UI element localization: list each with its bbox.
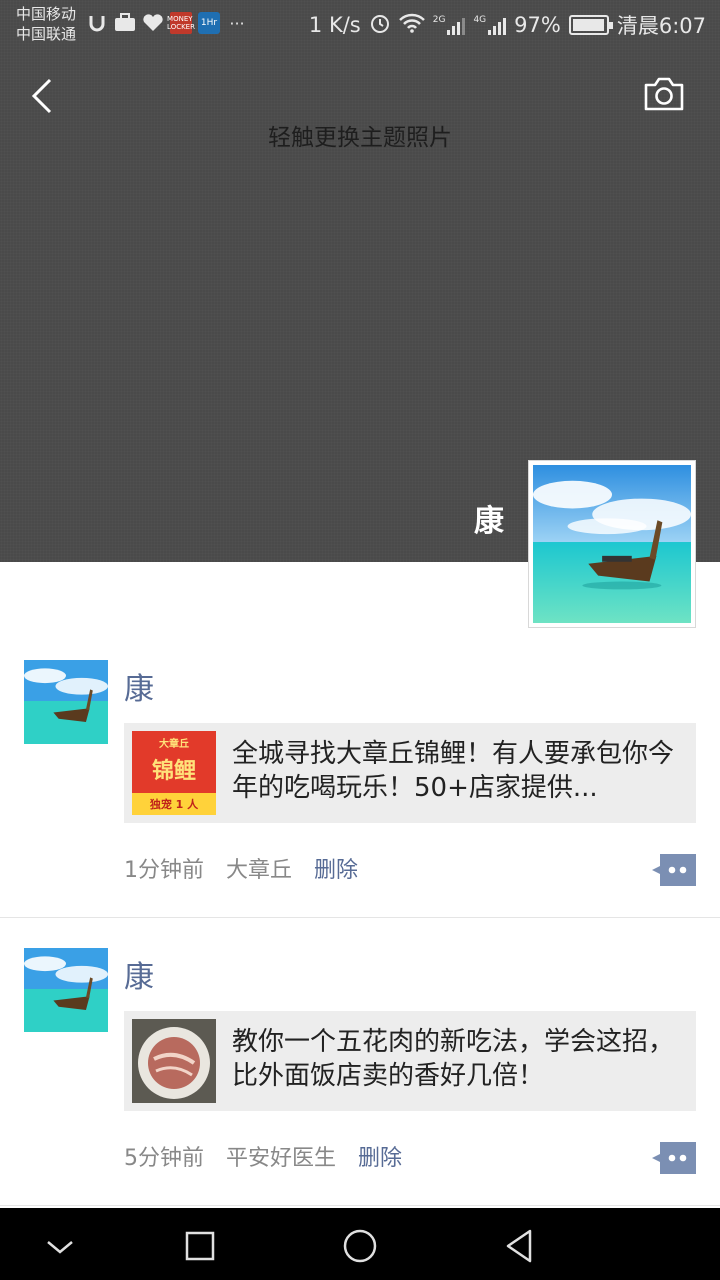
circle-icon: [343, 1229, 377, 1263]
battery-icon: [568, 15, 613, 35]
wifi-icon: [398, 13, 425, 38]
nav-back-button[interactable]: [500, 1226, 540, 1266]
alarm-icon: [369, 12, 391, 39]
square-icon: [185, 1231, 215, 1261]
nav-home-button[interactable]: [340, 1226, 380, 1266]
clock: 清晨6:07: [616, 14, 706, 38]
post-avatar[interactable]: [24, 660, 108, 744]
nav-hide-button[interactable]: [40, 1226, 80, 1266]
signal-2g: 2G: [433, 15, 466, 35]
post-author[interactable]: 康: [124, 952, 154, 996]
share-thumbnail: [132, 1019, 216, 1103]
thumb-label-main: 锦鲤: [151, 759, 196, 784]
chevron-left-icon: [31, 78, 52, 114]
comment-button[interactable]: [652, 1142, 696, 1174]
boat-image: [24, 948, 108, 1032]
briefcase-icon: [114, 12, 136, 34]
post-meta: 5分钟前 平安好医生 删除: [124, 1140, 402, 1172]
chevron-down-icon: [47, 1241, 73, 1254]
comment-more-icon: [652, 1142, 696, 1174]
cover-hint[interactable]: 轻触更换主题照片: [0, 118, 720, 152]
post-source[interactable]: 大章丘: [226, 852, 292, 884]
post-avatar[interactable]: [24, 948, 108, 1032]
status-bar: 中国移动 中国联通 MONEY LOCKER 1Hr ··· 1 K/s 2G …: [0, 0, 720, 50]
delete-link[interactable]: 删除: [314, 852, 358, 884]
comment-button[interactable]: [652, 854, 696, 886]
home-icon: 1Hr: [198, 12, 220, 34]
money-locker-icon: MONEY LOCKER: [167, 12, 195, 34]
signal-4g: 4G: [473, 15, 507, 35]
share-thumbnail: 大章丘 锦鲤 独宠 1 人: [132, 731, 216, 815]
carrier-1: 中国移动: [16, 5, 77, 23]
nav-recents-button[interactable]: [180, 1226, 220, 1266]
comment-more-icon: [652, 854, 696, 886]
share-title: 全城寻找大章丘锦鲤！有人要承包你今年的吃喝玩乐！50+店家提供...: [232, 739, 675, 803]
signal-2g-label: 2G: [432, 15, 446, 25]
moments-feed: 康 大章丘 锦鲤 独宠 1 人 全城寻找大章丘锦鲤！有人要承包你今年的吃喝玩乐！…: [0, 630, 720, 1206]
feed-post: 康 大章丘 锦鲤 独宠 1 人 全城寻找大章丘锦鲤！有人要承包你今年的吃喝玩乐！…: [0, 630, 720, 918]
triangle-back-icon: [506, 1229, 532, 1263]
camera-icon: [644, 77, 684, 111]
pork-dish-image: [132, 1019, 216, 1103]
more-notifications: ···: [229, 13, 245, 33]
post-source[interactable]: 平安好医生: [226, 1140, 336, 1172]
u-icon: [86, 12, 108, 34]
notification-icons: MONEY LOCKER 1Hr ···: [86, 12, 248, 34]
post-author[interactable]: 康: [124, 664, 154, 708]
network-speed: 1 K/s: [308, 13, 361, 37]
camera-button[interactable]: [642, 76, 686, 116]
thumb-label-bottom: 独宠 1 人: [149, 798, 199, 811]
share-title: 教你一个五花肉的新吃法，学会这招，比外面饭店卖的香好几倍！: [232, 1027, 675, 1091]
system-nav-bar: [0, 1208, 720, 1280]
thumb-label-top: 大章丘: [159, 739, 189, 750]
signal-4g-label: 4G: [473, 15, 487, 25]
status-right: 1 K/s 2G 4G 97% 清晨6:07: [309, 10, 706, 40]
delete-link[interactable]: 删除: [358, 1140, 402, 1172]
profile-name: 康: [474, 504, 504, 539]
back-button[interactable]: [22, 74, 62, 118]
carrier-2: 中国联通: [16, 25, 77, 43]
boat-image: [533, 465, 691, 623]
boat-image: [24, 660, 108, 744]
carrier-info: 中国移动 中国联通: [16, 4, 76, 44]
post-meta: 1分钟前 大章丘 删除: [124, 852, 358, 884]
heart-icon: [142, 12, 164, 34]
profile-avatar[interactable]: [528, 460, 696, 628]
battery-percent: 97%: [514, 13, 561, 37]
post-time: 5分钟前: [124, 1146, 204, 1171]
feed-post: 康 教你一个五花肉的新吃法，学会这招，比外面饭店卖的香好几倍！ 5分钟前 平安好…: [0, 918, 720, 1206]
shared-link-card[interactable]: 大章丘 锦鲤 独宠 1 人 全城寻找大章丘锦鲤！有人要承包你今年的吃喝玩乐！50…: [124, 723, 696, 823]
shared-link-card[interactable]: 教你一个五花肉的新吃法，学会这招，比外面饭店卖的香好几倍！: [124, 1011, 696, 1111]
post-time: 1分钟前: [124, 858, 204, 883]
